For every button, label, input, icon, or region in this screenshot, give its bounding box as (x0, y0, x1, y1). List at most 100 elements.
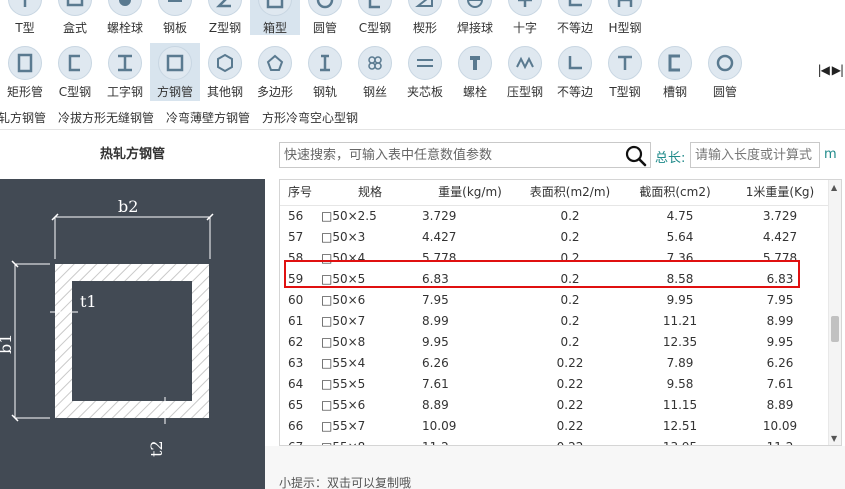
table-cell: 7.61 (422, 377, 449, 391)
table-cell: 67 (288, 437, 318, 445)
table-row[interactable]: 56 □50×2.5 3.729 0.2 4.75 3.729 (280, 206, 828, 227)
row2-tool-8[interactable]: 夹芯板 (400, 43, 450, 101)
row2-tool-4[interactable]: 其他钢 (200, 43, 250, 101)
table-cell: 0.22 (520, 437, 620, 445)
table-row[interactable]: 58 □50×4 5.778 0.2 7.36 5.778 (280, 248, 828, 269)
table-cell: 0.2 (560, 272, 580, 286)
table-cell: 11.2 (422, 437, 502, 445)
table-cell: □55×7 (321, 419, 366, 433)
header-index[interactable]: 序号 (280, 180, 320, 205)
row2-tool-3[interactable]: 方钢管 (150, 43, 200, 101)
row1-tool-5[interactable]: 箱型 (250, 0, 300, 35)
table-cell: 10.09 (762, 419, 798, 433)
row2-tool-1[interactable]: C型钢 (50, 43, 100, 101)
table-row[interactable]: 67□55×811.20.2213.9511.2 (280, 437, 828, 445)
row1-tool-9[interactable]: 焊接球 (450, 0, 500, 35)
table-cell: 8.99 (422, 314, 449, 328)
header-weight[interactable]: 重量(kg/m) (420, 180, 520, 205)
table-cell: 9.95 (666, 293, 694, 307)
row1-tool-3[interactable]: 钢板 (150, 0, 200, 35)
tool-label: 螺栓 (462, 85, 487, 99)
subcategory-cold-bent-hollow[interactable]: 方形冷弯空心型钢 (262, 106, 358, 129)
table-cell: 6.83 (766, 272, 794, 286)
row2-tool-14[interactable]: 圆管 (700, 43, 750, 101)
search-icon[interactable] (625, 145, 647, 167)
header-section-area[interactable]: 截面积(cm2) (620, 180, 730, 205)
sandwich-panel-icon (408, 46, 442, 80)
subcategory-cold-drawn[interactable]: 冷拔方形无缝钢管 (58, 106, 154, 129)
table-cell: 6.26 (422, 356, 449, 370)
row2-tool-0[interactable]: 矩形管 (0, 43, 50, 101)
row2-tool-9[interactable]: 螺栓 (450, 43, 500, 101)
toolbar-scroll-arrows[interactable]: |◀ ▶| (818, 63, 844, 77)
subcategory-cold-bent-thin[interactable]: 冷弯薄壁方钢管 (166, 106, 250, 129)
table-row[interactable]: 59 □50×5 6.83 0.2 8.58 6.83 (280, 269, 828, 290)
row1-tool-0[interactable]: T型 (0, 0, 50, 35)
wire-icon (358, 46, 392, 80)
row1-tool-11[interactable]: 不等边 (550, 0, 600, 35)
c-steel-icon (58, 46, 92, 80)
table-row[interactable]: 60 □50×6 7.95 0.2 9.95 7.95 (280, 290, 828, 311)
header-weight-per-meter[interactable]: 1米重量(Kg) (730, 180, 830, 205)
row2-tool-10[interactable]: 压型钢 (500, 43, 550, 101)
box-profile-icon (58, 0, 92, 16)
search-box (279, 142, 651, 168)
table-scrollbar[interactable]: ▲ ▼ (828, 180, 841, 445)
row2-tool-5[interactable]: 多边形 (250, 43, 300, 101)
row1-tool-7[interactable]: C型钢 (350, 0, 400, 35)
tool-label: 方钢管 (156, 85, 193, 99)
table-row[interactable]: 65 □55×6 8.89 0.22 11.15 8.89 (280, 395, 828, 416)
table-cell: 11.21 (662, 314, 698, 328)
tool-label: Z型钢 (208, 21, 242, 35)
row1-tool-10[interactable]: 十字 (500, 0, 550, 35)
tool-label: 矩形管 (6, 85, 43, 99)
row2-tool-12[interactable]: T型钢 (600, 43, 650, 101)
h-steel-icon (608, 0, 642, 16)
table-cell: 9.95 (766, 335, 794, 349)
table-row[interactable]: 66 □55×7 10.09 0.22 12.51 10.09 (280, 416, 828, 437)
table-cell: 10.09 (422, 419, 457, 433)
row1-tool-6[interactable]: 圆管 (300, 0, 350, 35)
table-cell: □50×6 (321, 293, 366, 307)
table-cell: 8.89 (766, 398, 794, 412)
table-cell: □55×4 (321, 356, 366, 370)
row1-tool-12[interactable]: H型钢 (600, 0, 650, 35)
table-cell: 9.58 (666, 377, 694, 391)
scroll-down-icon[interactable]: ▼ (831, 434, 837, 443)
row1-tool-4[interactable]: Z型钢 (200, 0, 250, 35)
table-body: 56 □50×2.5 3.729 0.2 4.75 3.729 57 □50×3 4.427 0.… (280, 206, 828, 445)
unequal-angle-icon (558, 0, 592, 16)
row1-tool-8[interactable]: 楔形 (400, 0, 450, 35)
row2-tool-2[interactable]: 工字钢 (100, 43, 150, 101)
tool-label: 焊接球 (456, 21, 493, 35)
row2-tool-6[interactable]: 钢轨 (300, 43, 350, 101)
row2-tool-11[interactable]: 不等边 (550, 43, 600, 101)
scroll-up-icon[interactable]: ▲ (831, 183, 837, 192)
row1-tool-2[interactable]: 螺栓球 (100, 0, 150, 35)
table-cell: 63 (288, 356, 304, 370)
table-cell: 0.2 (560, 251, 580, 265)
dim-t1-label: t1 (80, 292, 97, 311)
row1-tool-1[interactable]: 盒式 (50, 0, 100, 35)
toolbar-row-2: 矩形管 C型钢 工字钢 方钢管 其他钢 多边形 钢轨 钢丝 夹芯板 螺栓 压型钢 不等边 T型钢 槽钢 圆管 (0, 43, 750, 101)
table-row[interactable]: 57 □50×3 4.427 0.2 5.64 4.427 (280, 227, 828, 248)
rect-tube-icon (8, 46, 42, 80)
wedge-icon (408, 0, 442, 16)
table-cell: 5.778 (762, 251, 798, 265)
search-input[interactable] (280, 143, 620, 167)
row2-tool-7[interactable]: 钢丝 (350, 43, 400, 101)
header-surface-area[interactable]: 表面积(m2/m) (520, 180, 620, 205)
table-row[interactable]: 63 □55×4 6.26 0.22 7.89 6.26 (280, 353, 828, 374)
tool-label: 不等边 (556, 21, 593, 35)
header-spec[interactable]: 规格 (330, 180, 410, 205)
scroll-thumb[interactable] (831, 316, 839, 342)
subcategory-hot-rolled[interactable]: 热轧方钢管 (0, 106, 46, 129)
table-cell: 7.61 (766, 377, 794, 391)
table-row[interactable]: 61 □50×7 8.99 0.2 11.21 8.99 (280, 311, 828, 332)
table-row[interactable]: 64 □55×5 7.61 0.22 9.58 7.61 (280, 374, 828, 395)
cross-icon (508, 0, 542, 16)
row2-tool-13[interactable]: 槽钢 (650, 43, 700, 101)
total-length-input[interactable] (690, 142, 820, 168)
table-cell: 5.64 (666, 230, 694, 244)
table-row[interactable]: 62 □50×8 9.95 0.2 12.35 9.95 (280, 332, 828, 353)
